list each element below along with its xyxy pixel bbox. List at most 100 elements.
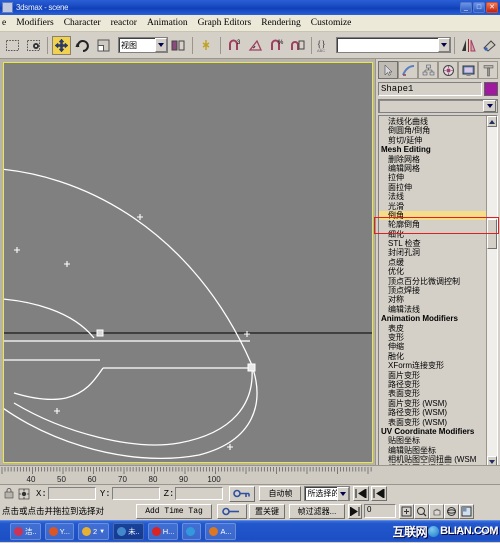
hierarchy-tab[interactable]	[418, 61, 438, 79]
modifier-list-item[interactable]: 伸缩	[379, 342, 486, 351]
taskbar-button[interactable]	[182, 523, 202, 540]
absolute-relative-toggle-icon[interactable]	[17, 486, 31, 501]
set-key-mode-icon[interactable]	[229, 485, 256, 502]
menu-item-e[interactable]: e	[0, 17, 11, 29]
modifier-list-item[interactable]: 面片变形 (WSM)	[379, 399, 486, 408]
key-filter-arrow-icon[interactable]	[337, 486, 350, 501]
perspective-viewport[interactable]	[3, 62, 373, 463]
percent-snap-toggle-icon[interactable]: %	[267, 35, 286, 55]
modifier-list-scrollbar[interactable]	[486, 116, 497, 467]
lock-selection-icon[interactable]	[2, 487, 15, 500]
modifier-list-item[interactable]: 拉伸	[379, 173, 486, 182]
select-and-manipulate-icon[interactable]	[197, 35, 216, 55]
taskbar-button[interactable]: 未..	[113, 523, 144, 540]
named-selection-combo[interactable]	[336, 37, 451, 53]
modifier-list-item[interactable]: 融化	[379, 352, 486, 361]
menu-item-customize[interactable]: Customize	[306, 17, 357, 29]
modifier-list-item[interactable]: 顶点百分比微调控制	[379, 277, 486, 286]
align-icon[interactable]	[480, 35, 499, 55]
select-by-name-icon[interactable]	[24, 35, 43, 55]
zoom-icon[interactable]	[399, 503, 414, 519]
display-tab[interactable]	[458, 61, 478, 79]
modifier-list-item[interactable]: STL 检查	[379, 239, 486, 248]
modifier-list-item[interactable]: 封闭孔洞	[379, 248, 486, 257]
mirror-icon[interactable]	[459, 35, 478, 55]
modifier-list-item[interactable]: 路径变形 (WSM)	[379, 408, 486, 417]
modifier-list-item[interactable]: 变形	[379, 333, 486, 342]
snap-toggle-3d-icon[interactable]: 3	[225, 35, 244, 55]
taskbar-button[interactable]: 2 ▼	[77, 523, 110, 540]
next-frame-icon[interactable]	[348, 503, 362, 519]
select-and-rotate-icon[interactable]	[73, 35, 92, 55]
minimize-button[interactable]: _	[460, 2, 472, 13]
modifier-list-item[interactable]: 对称	[379, 295, 486, 304]
modifier-list-item[interactable]: 顶点焊接	[379, 286, 486, 295]
maximize-viewport-icon[interactable]	[459, 503, 474, 519]
modifier-list-item[interactable]: 光滑	[379, 202, 486, 211]
taskbar-button[interactable]: H...	[147, 523, 179, 540]
ref-coord-arrow-icon[interactable]	[155, 38, 167, 52]
taskbar-button[interactable]: A...	[205, 523, 236, 540]
key-filter-combo[interactable]: 所选择的	[304, 486, 351, 501]
menu-item-character[interactable]: Character	[59, 17, 106, 29]
key-filters-button[interactable]: 帧过滤器...	[289, 503, 345, 519]
use-pivot-center-icon[interactable]	[169, 35, 188, 55]
utilities-tab[interactable]	[478, 61, 498, 79]
modify-tab[interactable]	[398, 61, 418, 79]
scroll-track[interactable]	[487, 127, 497, 456]
modifier-list-item[interactable]: 倒圆角/倒角	[379, 126, 486, 135]
modifier-list-item[interactable]: 表面变形	[379, 389, 486, 398]
spinner-snap-toggle-icon[interactable]	[288, 35, 307, 55]
menu-item-animation[interactable]: Animation	[142, 17, 193, 29]
reference-coordinate-system-combo[interactable]: 视图	[118, 37, 168, 53]
add-time-tag-button[interactable]: Add Time Tag	[136, 503, 212, 519]
goto-start-icon[interactable]	[353, 486, 370, 501]
key-mode-toggle-icon[interactable]	[217, 503, 247, 519]
menu-item-rendering[interactable]: Rendering	[256, 17, 306, 29]
maximize-button[interactable]: □	[473, 2, 485, 13]
modifier-list-item[interactable]: 倒角	[379, 210, 486, 221]
taskbar-button[interactable]: Y...	[44, 523, 74, 540]
scroll-thumb[interactable]	[487, 219, 497, 249]
select-and-move-icon[interactable]	[52, 35, 71, 55]
named-selection-sets-icon[interactable]: {} ABC	[316, 35, 335, 55]
orbit-icon[interactable]	[444, 503, 459, 519]
modifier-list-item[interactable]: 贴图坐标	[379, 436, 486, 445]
object-name-field[interactable]: Shape1	[378, 82, 482, 96]
select-and-scale-icon[interactable]	[94, 35, 113, 55]
previous-frame-icon[interactable]	[371, 486, 388, 501]
modifier-list-item[interactable]: 点缓	[379, 258, 486, 267]
object-color-swatch[interactable]	[484, 82, 498, 96]
menu-item-modifiers[interactable]: Modifiers	[11, 17, 58, 29]
modifier-list-item[interactable]: 表皮	[379, 324, 486, 333]
modifier-list[interactable]: 法线化曲线 倒圆角/倒角 剪切/延伸 Mesh Editing 删除网格 编辑网格 拉伸 面拉…	[378, 115, 498, 468]
modifier-list-item[interactable]: 编辑网格	[379, 164, 486, 173]
modifier-list-item[interactable]: 细化	[379, 230, 486, 239]
set-key-button[interactable]: 置关键	[249, 503, 285, 519]
motion-tab[interactable]	[438, 61, 458, 79]
close-button[interactable]: ✕	[486, 2, 498, 13]
modifier-list-item[interactable]: 剪切/延伸	[379, 136, 486, 145]
x-coordinate-field[interactable]	[47, 487, 96, 500]
menu-item-reactor[interactable]: reactor	[106, 17, 142, 29]
angle-snap-toggle-icon[interactable]	[246, 35, 265, 55]
auto-key-button[interactable]: 自动帧	[259, 486, 302, 501]
menu-item-graph-editors[interactable]: Graph Editors	[193, 17, 257, 29]
zoom-region-icon[interactable]	[414, 503, 429, 519]
taskbar-group-arrow-icon[interactable]: ▼	[99, 529, 105, 535]
modifier-list-item[interactable]: 面片变形	[379, 371, 486, 380]
pan-icon[interactable]	[429, 503, 444, 519]
modifier-list-item[interactable]: 表面变形 (WSM)	[379, 418, 486, 427]
taskbar-button[interactable]: 洁..	[10, 523, 41, 540]
modifier-stack-arrow-icon[interactable]	[483, 100, 496, 112]
modifier-list-item[interactable]: 法线化曲线	[379, 117, 486, 126]
modifier-list-item[interactable]: 法线	[379, 192, 486, 201]
modifier-list-item[interactable]: 轮廓倒角	[379, 220, 486, 229]
current-frame-field[interactable]: 0	[364, 504, 396, 518]
select-object-icon[interactable]	[3, 35, 22, 55]
modifier-list-item[interactable]: 优化	[379, 267, 486, 276]
modifier-list-item[interactable]: 编辑贴图坐标	[379, 446, 486, 455]
modifier-list-item[interactable]: XForm连接变形	[379, 361, 486, 370]
modifier-list-item[interactable]: 相机贴图空间扭曲 (WSM	[379, 455, 486, 464]
modifier-list-item[interactable]: 删除网格	[379, 155, 486, 164]
